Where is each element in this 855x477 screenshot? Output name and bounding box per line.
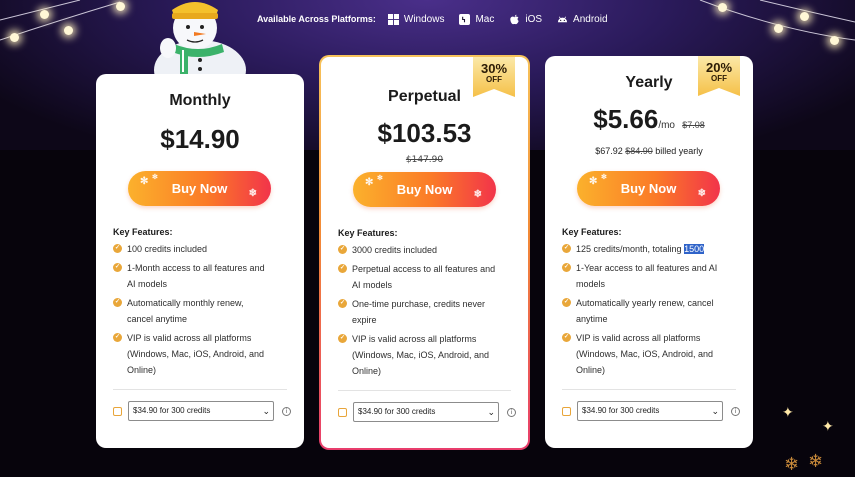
- plan-title: Yearly: [625, 74, 673, 91]
- snowflake-icon: ✻: [589, 176, 598, 187]
- feature-item: ✓ 3000 credits included: [338, 245, 438, 255]
- snowflake-icon: ✻: [601, 174, 607, 181]
- check-icon: ✓: [562, 298, 571, 307]
- snowflake-icon: ❄: [248, 188, 257, 199]
- snowflake-icon: ❄: [697, 188, 706, 199]
- platform-mac: Mac: [459, 13, 495, 25]
- snowflake-icon: ❄: [808, 451, 824, 472]
- feature-item: ✓ 1-Month access to all features and AI mo…: [113, 263, 265, 289]
- addon-checkbox[interactable]: [338, 407, 347, 417]
- key-features-title: Key Features:: [338, 228, 398, 238]
- check-icon: ✓: [338, 334, 347, 343]
- feature-item: ✓ VIP is valid across all platforms (Windo…: [338, 334, 490, 376]
- check-icon: ✓: [338, 245, 347, 254]
- snowflake-icon: ❄: [784, 454, 800, 475]
- feature-item: ✓ One-time purchase, credits never expire: [338, 299, 486, 325]
- plan-title: Perpetual: [388, 88, 461, 105]
- feature-item: ✓ Automatically monthly renew, cancel anyt…: [113, 298, 244, 324]
- selected-text: 1500: [684, 244, 705, 254]
- platform-availability-bar: Available Across Platforms: Windows Mac …: [257, 11, 617, 27]
- credit-addon-row: $34.90 for 300 credits ⌄ i: [562, 401, 740, 421]
- check-icon: ✓: [338, 299, 347, 308]
- snowflake-icon: ✻: [365, 177, 374, 188]
- snowflake-icon: ✻: [140, 176, 149, 187]
- platform-windows: Windows: [387, 13, 445, 25]
- android-icon: [557, 16, 568, 22]
- feature-item: ✓ 100 credits included: [113, 244, 208, 254]
- info-icon[interactable]: i: [507, 407, 516, 417]
- plan-card-perpetual: 30% OFF Perpetual $103.53 $147.90 ✻ ✻ ❄ …: [319, 55, 530, 450]
- feature-item: ✓ 125 credits/month, totaling 1500: [562, 244, 705, 254]
- check-icon: ✓: [338, 264, 347, 273]
- check-icon: ✓: [113, 333, 122, 342]
- plan-card-yearly: 20% OFF Yearly $5.66/mo $7.08 $67.92 $84…: [545, 56, 753, 448]
- check-icon: ✓: [113, 263, 122, 272]
- credit-pack-select[interactable]: $34.90 for 300 credits ⌄: [353, 402, 499, 422]
- plan-card-monthly: Monthly $14.90 ✻ ✻ ❄ Buy Now Key Feature…: [96, 74, 304, 448]
- plan-price: $103.53: [377, 118, 472, 148]
- addon-checkbox[interactable]: [562, 406, 571, 416]
- info-icon[interactable]: i: [282, 406, 291, 416]
- platform-label: Mac: [475, 13, 495, 25]
- snowflake-icon: ✻: [152, 174, 158, 181]
- platform-label: iOS: [525, 13, 543, 25]
- snowflake-icon: ✻: [377, 175, 383, 182]
- info-icon[interactable]: i: [731, 406, 740, 416]
- platform-ios: iOS: [509, 14, 542, 25]
- key-features-title: Key Features:: [113, 227, 173, 237]
- credit-pack-select[interactable]: $34.90 for 300 credits ⌄: [577, 401, 723, 421]
- chevron-down-icon: ⌄: [262, 406, 270, 416]
- windows-icon: [387, 13, 399, 25]
- check-icon: ✓: [113, 298, 122, 307]
- credit-pack-select[interactable]: $34.90 for 300 credits ⌄: [128, 401, 274, 421]
- snowflake-icon: ❄: [473, 189, 482, 200]
- chevron-down-icon: ⌄: [711, 406, 719, 416]
- feature-item: ✓ VIP is valid across all platforms (Windo…: [562, 333, 714, 375]
- check-icon: ✓: [562, 244, 571, 253]
- buy-now-button[interactable]: ✻ ✻ ❄ Buy Now: [353, 172, 496, 207]
- buy-now-label: Buy Now: [171, 181, 228, 196]
- mac-icon: [459, 13, 471, 25]
- platform-label: Windows: [403, 13, 445, 25]
- credit-addon-row: $34.90 for 300 credits ⌄ i: [113, 401, 291, 421]
- original-price: $147.90: [405, 155, 444, 165]
- sparkle-icon: ✦: [822, 419, 834, 435]
- feature-item: ✓ Automatically yearly renew, cancel anyti…: [562, 298, 714, 324]
- snowman-illustration: [154, 2, 246, 78]
- buy-now-label: Buy Now: [396, 182, 453, 197]
- string-lights-decoration: [0, 0, 855, 60]
- light-wire-icon: [0, 0, 855, 41]
- check-icon: ✓: [562, 333, 571, 342]
- plan-price: $14.90: [160, 124, 240, 154]
- buy-now-button[interactable]: ✻ ✻ ❄ Buy Now: [128, 171, 271, 206]
- billed-yearly-note: $67.92 $84.90 billed yearly: [595, 146, 703, 156]
- feature-item: ✓ VIP is valid across all platforms (Windo…: [113, 333, 265, 375]
- key-features-title: Key Features:: [562, 227, 622, 237]
- plan-price: $5.66/mo $7.08: [593, 104, 705, 134]
- platform-label: Android: [573, 13, 608, 25]
- feature-item: ✓ Perpetual access to all features and AI …: [338, 264, 496, 290]
- sparkle-icon: ✦: [782, 405, 794, 421]
- apple-icon: [510, 14, 519, 24]
- addon-checkbox[interactable]: [113, 406, 122, 416]
- divider: [113, 389, 287, 390]
- divider: [562, 389, 736, 390]
- buy-now-label: Buy Now: [620, 181, 677, 196]
- divider: [338, 390, 511, 391]
- check-icon: ✓: [113, 244, 122, 253]
- availability-label: Available Across Platforms:: [257, 14, 376, 24]
- plan-title: Monthly: [169, 92, 231, 109]
- feature-item: ✓ 1-Year access to all features and AI mod…: [562, 263, 718, 289]
- buy-now-button[interactable]: ✻ ✻ ❄ Buy Now: [577, 171, 720, 206]
- platform-android: Android: [557, 13, 608, 25]
- chevron-down-icon: ⌄: [487, 407, 495, 417]
- credit-addon-row: $34.90 for 300 credits ⌄ i: [338, 402, 516, 422]
- check-icon: ✓: [562, 263, 571, 272]
